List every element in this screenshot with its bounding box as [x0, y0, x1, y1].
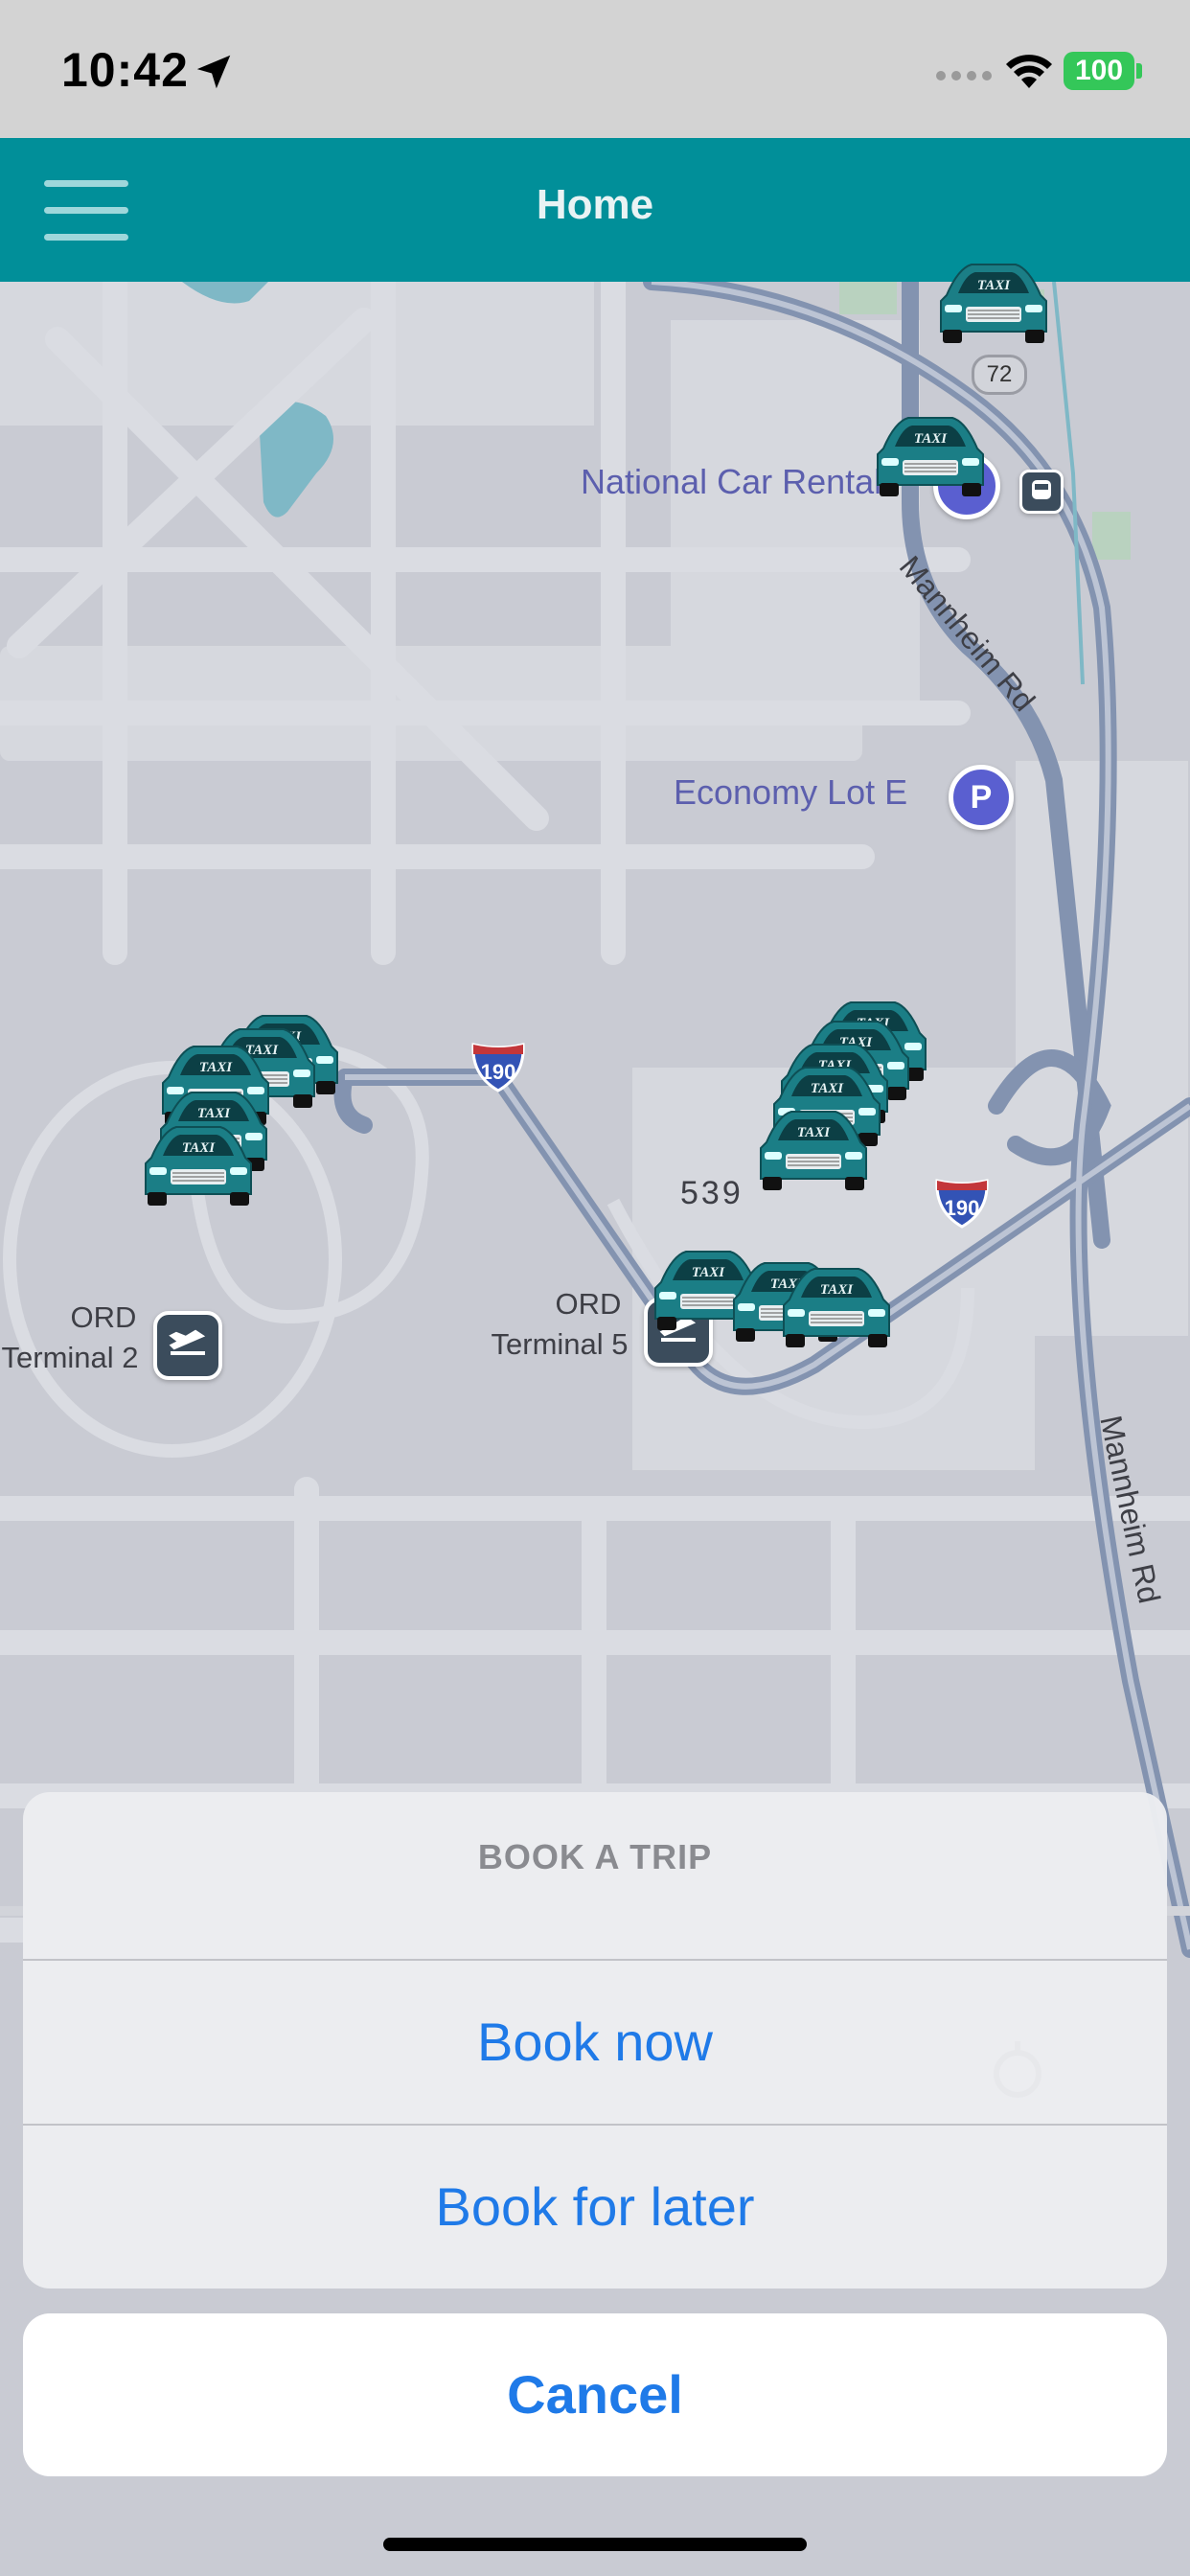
route-72-badge: 72	[972, 355, 1027, 395]
svg-text:TAXI: TAXI	[811, 1081, 844, 1096]
svg-text:TAXI: TAXI	[977, 278, 1011, 293]
book-now-button[interactable]: Book now	[23, 1961, 1167, 2124]
label-terminal5-line2: Terminal 5	[491, 1327, 629, 1361]
svg-text:TAXI: TAXI	[692, 1265, 725, 1280]
taxi-marker-icon[interactable]: TAXI	[138, 1116, 259, 1208]
wifi-icon	[1006, 55, 1052, 88]
label-terminal2-line1: ORD	[70, 1300, 137, 1334]
label-national-car-rental[interactable]: National Car Rental	[581, 462, 881, 502]
svg-text:TAXI: TAXI	[820, 1282, 854, 1298]
svg-text:TAXI: TAXI	[797, 1125, 831, 1140]
svg-text:TAXI: TAXI	[182, 1140, 216, 1156]
battery-tip	[1136, 63, 1142, 79]
cancel-button[interactable]: Cancel	[23, 2313, 1167, 2476]
interstate-190-shield-a: 190	[471, 1043, 525, 1092]
taxi-marker-icon[interactable]: TAXI	[933, 253, 1054, 345]
taxi-marker-icon[interactable]: TAXI	[753, 1100, 874, 1192]
terminal2-airport-icon[interactable]	[153, 1311, 222, 1380]
svg-text:TAXI: TAXI	[199, 1060, 233, 1075]
book-later-button[interactable]: Book for later	[23, 2126, 1167, 2288]
svg-text:TAXI: TAXI	[914, 431, 948, 447]
parking-badge-icon[interactable]: P	[949, 765, 1014, 830]
cellular-signal-icon	[936, 71, 992, 80]
interstate-190-text-a: 190	[481, 1060, 516, 1084]
sheet-title: BOOK A TRIP	[477, 1837, 713, 1876]
location-arrow-icon	[196, 55, 231, 89]
hamburger-menu-icon[interactable]	[44, 180, 128, 242]
status-bar: 10:42 100	[0, 0, 1190, 138]
label-terminal2-line2: Terminal 2	[1, 1341, 139, 1374]
train-station-icon[interactable]	[1019, 470, 1064, 514]
interstate-190-text-b: 190	[945, 1196, 980, 1220]
label-route-539: 539	[680, 1175, 744, 1211]
home-indicator	[383, 2538, 807, 2551]
taxi-marker-icon[interactable]: TAXI	[870, 406, 991, 498]
battery-icon: 100	[1064, 52, 1134, 90]
book-trip-action-sheet: BOOK A TRIP Book now Book for later	[23, 1792, 1167, 2288]
interstate-190-shield-b: 190	[935, 1179, 989, 1229]
label-terminal5-line1: ORD	[555, 1287, 622, 1321]
taxi-marker-icon[interactable]: TAXI	[776, 1257, 897, 1349]
status-time: 10:42	[61, 43, 189, 97]
label-economy-lot[interactable]: Economy Lot E	[674, 772, 907, 813]
